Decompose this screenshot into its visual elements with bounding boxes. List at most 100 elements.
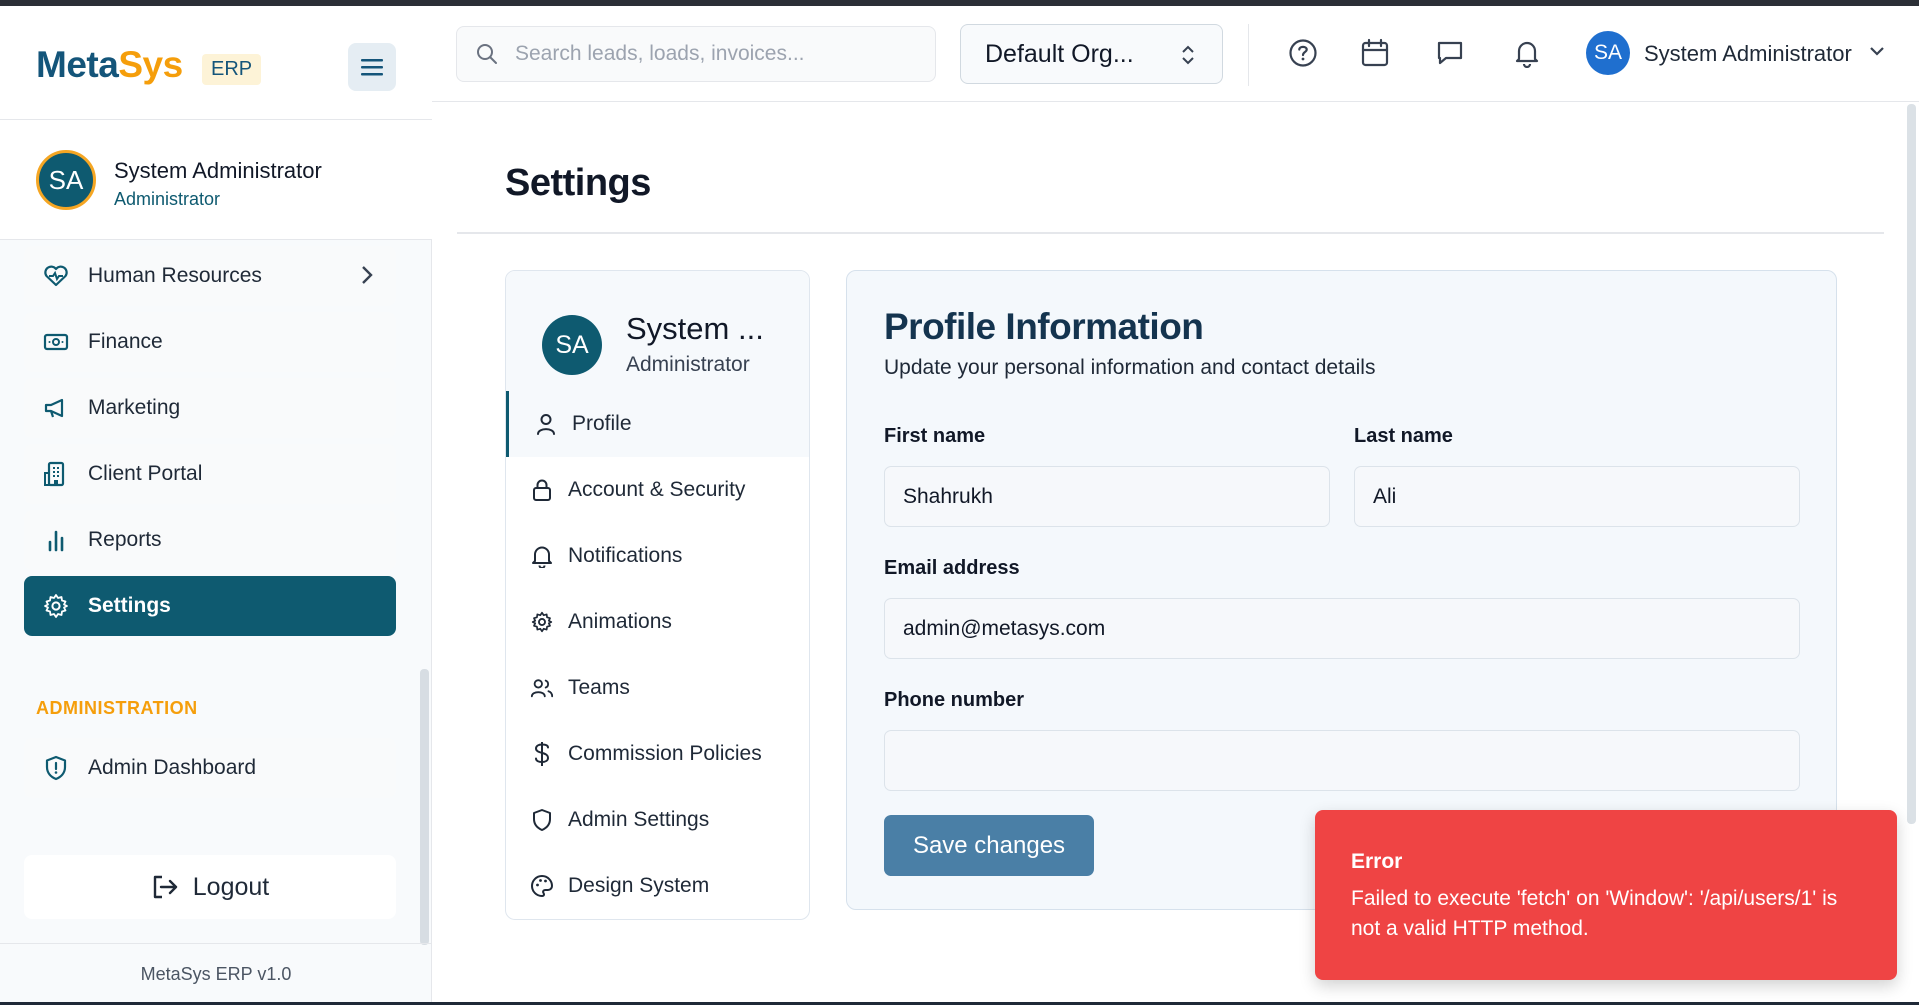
first-name-label: First name [884, 425, 986, 447]
messages-button[interactable] [1433, 36, 1467, 70]
gear-icon [42, 592, 70, 620]
admin-section-label: ADMINISTRATION [36, 698, 198, 718]
error-toast[interactable]: Error Failed to execute 'fetch' on 'Wind… [1315, 810, 1897, 980]
section-title: Profile Information [884, 306, 1204, 347]
dollar-icon [530, 742, 554, 766]
settings-tab-design-system[interactable]: Design System [506, 853, 809, 919]
settings-tab-label: Teams [568, 676, 630, 699]
palette-icon [530, 874, 554, 898]
settings-nav-user-name: System ... [626, 311, 764, 346]
help-button[interactable] [1286, 36, 1320, 70]
shield-icon [530, 808, 554, 832]
sidebar-item-label: Admin Dashboard [88, 756, 257, 779]
sidebar-item-label: Client Portal [88, 462, 203, 485]
sidebar: MetaSys ERP SA System Administrator Admi… [0, 6, 432, 1005]
settings-tab-admin-settings[interactable]: Admin Settings [506, 787, 809, 853]
settings-tab-label: Design System [568, 874, 710, 897]
sidebar-user-role: Administrator [114, 189, 221, 209]
chevron-down-icon[interactable] [1868, 44, 1886, 63]
logout-button[interactable]: Logout [24, 855, 396, 919]
logout-label: Logout [192, 872, 270, 901]
sidebar-item-label: Finance [88, 330, 163, 353]
sidebar-footer: MetaSys ERP v1.0 [0, 943, 432, 1005]
help-icon [1289, 39, 1317, 67]
avatar: SA [36, 150, 96, 210]
avatar: SA [542, 315, 602, 375]
calendar-button[interactable] [1358, 36, 1392, 70]
sidebar-item-label: Human Resources [88, 264, 262, 287]
settings-tab-notifications[interactable]: Notifications [506, 523, 809, 589]
settings-tab-label: Profile [572, 412, 632, 435]
sidebar-nav: Human Resources Finance Marketing Client… [24, 246, 396, 642]
sidebar-item-label: Marketing [88, 396, 181, 419]
gear-icon [530, 610, 554, 634]
bell-icon [1515, 41, 1539, 68]
settings-tab-label: Commission Policies [568, 742, 762, 765]
search-input[interactable] [515, 42, 915, 66]
calendar-icon [1361, 38, 1389, 67]
settings-tab-teams[interactable]: Teams [506, 655, 809, 721]
main-scrollbar[interactable] [1907, 104, 1916, 824]
users-icon [530, 676, 554, 700]
chevron-up-down-icon [1180, 43, 1196, 74]
search-box[interactable] [456, 26, 936, 82]
settings-nav-list: Profile Account & Security Notifications… [506, 391, 809, 919]
sidebar-scrollbar[interactable] [420, 669, 429, 945]
bell-icon [530, 544, 554, 568]
settings-tab-commission-policies[interactable]: Commission Policies [506, 721, 809, 787]
sidebar-item-client-portal[interactable]: Client Portal [24, 444, 396, 504]
sidebar-item-label: Settings [88, 594, 171, 617]
banknote-icon [42, 328, 70, 356]
sidebar-item-human-resources[interactable]: Human Resources [24, 246, 396, 306]
lock-icon [530, 478, 554, 502]
sidebar-item-admin-dashboard[interactable]: Admin Dashboard [24, 738, 396, 798]
sidebar-item-reports[interactable]: Reports [24, 510, 396, 570]
phone-label: Phone number [884, 689, 1025, 711]
user-icon [534, 412, 558, 436]
bar-chart-icon [42, 526, 70, 554]
chevron-right-icon [360, 264, 374, 292]
sidebar-item-marketing[interactable]: Marketing [24, 378, 396, 438]
app-logo[interactable]: MetaSys [36, 44, 183, 86]
settings-tab-label: Animations [568, 610, 672, 633]
sidebar-admin-items: Admin Dashboard [24, 738, 396, 798]
settings-tab-label: Account & Security [568, 478, 746, 501]
sidebar-header: MetaSys ERP [0, 6, 432, 120]
settings-tab-animations[interactable]: Animations [506, 589, 809, 655]
page-title: Settings [505, 162, 651, 204]
menu-toggle-button[interactable] [348, 43, 396, 91]
last-name-field[interactable] [1354, 466, 1800, 527]
topbar-divider [1248, 24, 1249, 86]
save-button[interactable]: Save changes [884, 815, 1094, 876]
sidebar-user-card: SA System Administrator Administrator [0, 120, 432, 240]
first-name-field[interactable] [884, 466, 1330, 527]
user-menu-name[interactable]: System Administrator [1644, 41, 1852, 67]
phone-field[interactable] [884, 730, 1800, 791]
sidebar-item-finance[interactable]: Finance [24, 312, 396, 372]
notifications-button[interactable] [1510, 36, 1544, 70]
org-selector-value: Default Org... [985, 39, 1134, 68]
settings-tab-account-security[interactable]: Account & Security [506, 457, 809, 523]
logout-icon [151, 874, 179, 900]
last-name-label: Last name [1354, 425, 1453, 447]
heart-pulse-icon [42, 262, 70, 290]
section-subtitle: Update your personal information and con… [884, 356, 1376, 379]
org-selector[interactable]: Default Org... [960, 24, 1223, 84]
settings-tab-profile[interactable]: Profile [506, 391, 809, 457]
message-icon [1437, 41, 1463, 65]
settings-nav-user-role: Administrator [626, 353, 750, 376]
search-icon [475, 42, 499, 66]
megaphone-icon [42, 394, 70, 422]
sidebar-item-settings[interactable]: Settings [24, 576, 396, 636]
email-label: Email address [884, 557, 1020, 579]
toast-message: Failed to execute 'fetch' on 'Window': '… [1351, 887, 1838, 940]
hamburger-icon [361, 59, 383, 76]
avatar[interactable]: SA [1586, 31, 1630, 75]
sidebar-item-label: Reports [88, 528, 162, 551]
sidebar-user-name: System Administrator [114, 158, 322, 183]
shield-alert-icon [42, 754, 70, 782]
email-field[interactable] [884, 598, 1800, 659]
topbar: Default Org... SA System Administrator [432, 6, 1919, 102]
building-icon [42, 460, 70, 488]
settings-nav-user: SA System ... Administrator [506, 271, 809, 391]
